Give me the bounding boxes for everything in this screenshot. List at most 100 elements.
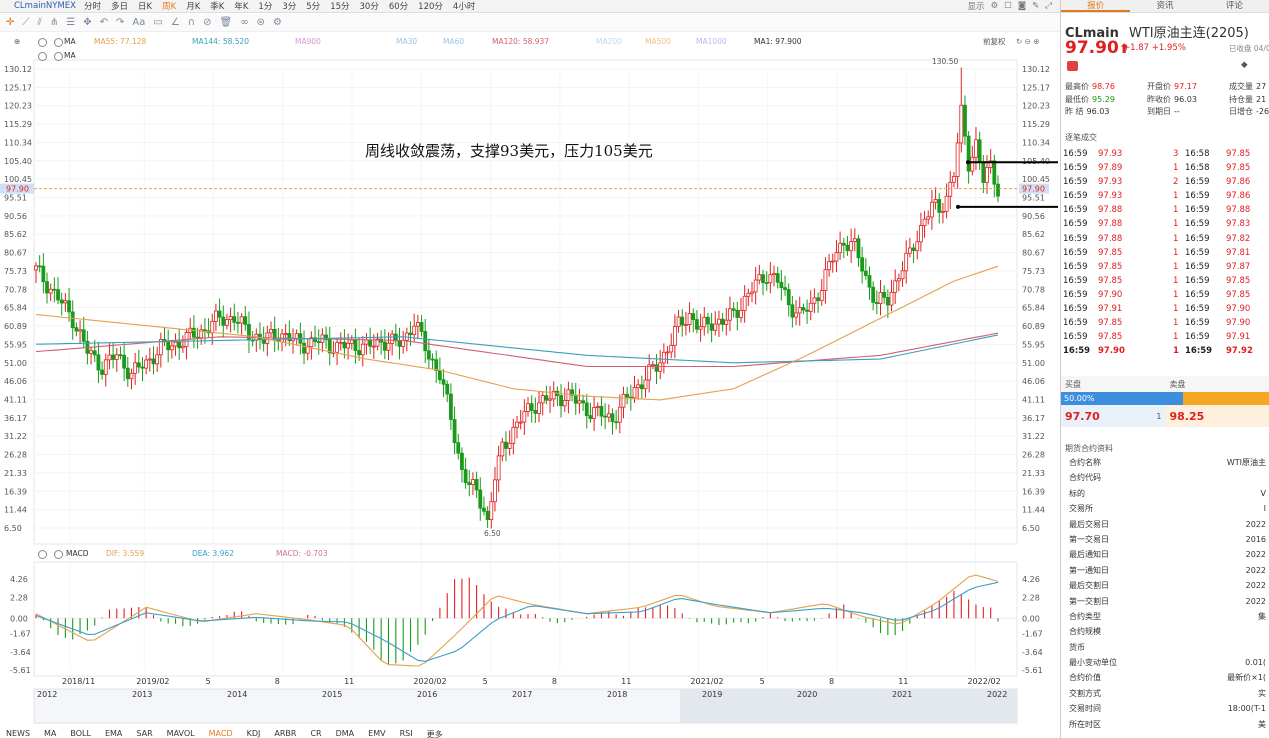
contract-value: 2022 bbox=[1245, 519, 1266, 529]
contract-value: 2016 bbox=[1245, 534, 1266, 544]
reset-icon[interactable]: ↻ ⊖ ⊕ bbox=[1016, 36, 1040, 48]
quote-date: 已收盘 04/08 17: bbox=[1229, 44, 1269, 53]
candle-body bbox=[728, 308, 732, 321]
indicator-tab[interactable]: SAR bbox=[136, 729, 152, 738]
stat-item: 昨收价 96.03 bbox=[1147, 94, 1197, 105]
trade-p1: 97.93 bbox=[1098, 191, 1123, 202]
y-tick-label-right: 21.33 bbox=[1022, 469, 1045, 478]
trade-t2: 16:59 bbox=[1185, 191, 1210, 202]
stat-value: 27 bbox=[1256, 82, 1267, 91]
trade-row: 16:59 97.85 1 16:59 97.90 bbox=[1061, 316, 1269, 330]
candle-body bbox=[684, 324, 688, 326]
legend2-close-icon[interactable] bbox=[50, 50, 63, 62]
price-tag-right-text: 97.90 bbox=[1022, 185, 1045, 194]
trade-t2: 16:59 bbox=[1185, 233, 1210, 244]
overview-year: 2017 bbox=[512, 690, 532, 699]
candle-body bbox=[485, 510, 490, 520]
trade-list[interactable]: 16:59 97.93 3 16:58 97.85 16:59 97.89 1 16:58 97.… bbox=[1061, 147, 1269, 358]
candle-body bbox=[617, 406, 622, 423]
candle-body bbox=[338, 341, 343, 344]
indicator-tab[interactable]: MACD bbox=[209, 729, 233, 738]
indicator-tab[interactable]: NEWS bbox=[6, 729, 30, 738]
trade-q1: 1 bbox=[1173, 163, 1179, 174]
candle-body bbox=[434, 359, 439, 371]
candle-body bbox=[173, 341, 178, 347]
candle-body bbox=[125, 367, 130, 380]
stat-item: 日增仓 -26 bbox=[1229, 106, 1269, 117]
candle-body bbox=[37, 265, 42, 268]
indicator-tab[interactable]: CR bbox=[310, 729, 321, 738]
trade-q1: 1 bbox=[1173, 318, 1179, 329]
candle-body bbox=[706, 316, 710, 325]
candle-body bbox=[698, 326, 703, 330]
candle-body bbox=[790, 304, 795, 318]
candle-body bbox=[386, 342, 391, 351]
indicator-tab[interactable]: ARBR bbox=[274, 729, 296, 738]
macd-tick-label-left: -1.67 bbox=[10, 630, 31, 639]
trade-p2: 97.85 bbox=[1226, 289, 1251, 300]
trade-t1: 16:59 bbox=[1063, 275, 1088, 286]
candle-body bbox=[584, 402, 589, 417]
bell-icon[interactable]: ◆ bbox=[1241, 60, 1248, 70]
candle-body bbox=[103, 359, 108, 375]
legend-ma55: MA55: 77.128 bbox=[94, 37, 147, 46]
legend-ma900: MA900 bbox=[295, 37, 321, 46]
contract-key: 合约规模 bbox=[1069, 627, 1101, 637]
indicator-tab[interactable]: EMA bbox=[105, 729, 122, 738]
trades-title: 逐笔成交 bbox=[1065, 133, 1097, 142]
quote-tab[interactable]: 报价 bbox=[1061, 0, 1131, 12]
trade-p1: 97.90 bbox=[1098, 346, 1125, 357]
mail-icon[interactable] bbox=[1067, 61, 1078, 71]
trade-t1: 16:59 bbox=[1063, 149, 1088, 159]
candle-body bbox=[258, 333, 262, 340]
contract-info: 期货合约资料 合约名称 WTI原油主 合约代码 标的 V 交易所 I 最后交易日 2022 第一交… bbox=[1061, 440, 1269, 732]
candle-body bbox=[834, 252, 839, 262]
y-tick-label-right: 36.17 bbox=[1022, 414, 1045, 423]
indicator-tab[interactable]: MAVOL bbox=[167, 729, 195, 738]
time-label: 2018/11 bbox=[62, 677, 95, 686]
legend-close-icon[interactable] bbox=[50, 36, 63, 48]
quote-tab[interactable]: 评论 bbox=[1200, 0, 1269, 12]
plus-icon[interactable]: ⊕ bbox=[14, 36, 20, 48]
indicator-tab[interactable]: DMA bbox=[336, 729, 355, 738]
chart-area[interactable]: 130.12 130.12 125.17 125.17 120.23 120.23 115.… bbox=[0, 0, 1060, 729]
indicator-tab[interactable]: 更多 bbox=[427, 729, 443, 738]
macd-close-icon[interactable] bbox=[50, 548, 63, 560]
trade-t2: 16:59 bbox=[1185, 177, 1210, 188]
candle-body bbox=[559, 395, 563, 407]
y-tick-label-right: 90.56 bbox=[1022, 212, 1045, 221]
trade-t1: 16:59 bbox=[1063, 332, 1088, 343]
indicator-tab[interactable]: RSI bbox=[400, 729, 413, 738]
stat-value: 21 bbox=[1256, 94, 1267, 104]
macd-name: MACD bbox=[66, 549, 89, 558]
contract-value: 2022 bbox=[1245, 565, 1266, 575]
bid-qty: 1 bbox=[1156, 412, 1162, 421]
macd-tick-label-right: -1.67 bbox=[1022, 630, 1043, 639]
legend2-settings-icon[interactable] bbox=[34, 50, 47, 62]
quote-tab[interactable]: 资讯 bbox=[1130, 0, 1199, 12]
macd-settings-icon[interactable] bbox=[34, 548, 47, 560]
stat-value: 96.03 bbox=[1086, 107, 1110, 116]
candle-body bbox=[639, 384, 644, 390]
candle-body bbox=[81, 329, 86, 342]
contract-value: 2022 bbox=[1245, 596, 1266, 606]
candle-body bbox=[147, 358, 152, 361]
macd-tick-label-right: 4.26 bbox=[1022, 575, 1040, 584]
indicator-tab[interactable]: EMV bbox=[368, 729, 385, 738]
time-label: 11 bbox=[621, 677, 631, 686]
trade-row: 16:59 97.93 1 16:59 97.86 bbox=[1061, 189, 1269, 203]
candle-body bbox=[169, 345, 174, 351]
candle-body bbox=[397, 340, 402, 347]
trade-t2: 16:58 bbox=[1185, 163, 1210, 174]
y-tick-label-left: 120.23 bbox=[4, 102, 32, 111]
candle-body bbox=[360, 343, 365, 356]
candle-body bbox=[269, 328, 273, 334]
indicator-tab[interactable]: MA bbox=[44, 729, 56, 738]
indicator-tab[interactable]: BOLL bbox=[70, 729, 91, 738]
high-label: 130.50 bbox=[932, 57, 958, 66]
candle-body bbox=[885, 297, 890, 306]
legend-settings-icon[interactable] bbox=[34, 36, 47, 48]
candle-body bbox=[232, 316, 237, 323]
restore-mode[interactable]: 前复权 bbox=[983, 36, 1006, 48]
indicator-tab[interactable]: KDJ bbox=[247, 729, 261, 738]
